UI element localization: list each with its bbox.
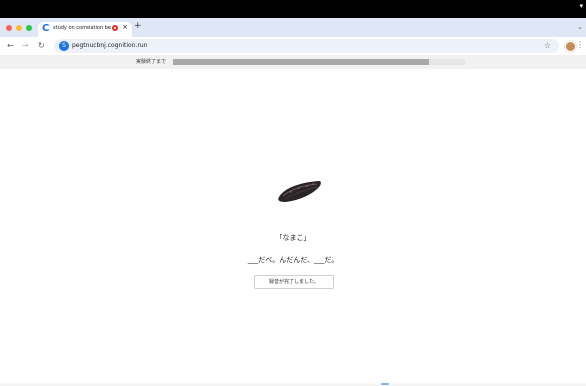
profile-avatar[interactable] — [565, 41, 576, 52]
stimulus-sentence: ___だべ。んだんだ、___だ。 — [247, 256, 339, 264]
progress-fill — [173, 59, 429, 65]
forward-arrow-icon[interactable]: → — [22, 41, 29, 50]
window-menu-icon[interactable]: ▾ — [579, 2, 583, 10]
tab-favicon-icon: C — [42, 23, 50, 34]
minimize-window-button[interactable] — [16, 25, 22, 31]
experiment-progress: 実験終了まで — [0, 55, 586, 69]
browser-toolbar: ← → ↻ S pegtnucbnj.cognition.run ☆ ⋮ — [0, 37, 586, 55]
tab-dropdown-icon[interactable]: ⌄ — [577, 23, 583, 31]
progress-track — [173, 59, 465, 65]
sea-cucumber-image — [278, 181, 321, 202]
address-bar[interactable]: S pegtnucbnj.cognition.run ☆ — [54, 39, 559, 53]
recording-complete-button[interactable]: 録音が完了しました。 — [254, 275, 334, 289]
new-tab-button[interactable]: + — [134, 21, 142, 31]
progress-label: 実験終了まで — [136, 59, 167, 65]
back-arrow-icon[interactable]: ← — [7, 41, 14, 50]
tab-title: study on correlation betw — [53, 25, 111, 31]
bottom-divider — [0, 382, 586, 386]
scroll-indicator — [381, 383, 389, 385]
url-text[interactable]: pegtnucbnj.cognition.run — [72, 42, 147, 49]
recording-icon — [112, 25, 118, 31]
kebab-menu-icon[interactable]: ⋮ — [576, 40, 584, 49]
tab-close-icon[interactable]: × — [122, 23, 128, 31]
stimulus-word: 「なまこ」 — [275, 234, 311, 242]
close-window-button[interactable] — [6, 25, 12, 31]
reload-icon[interactable]: ↻ — [38, 41, 45, 50]
star-icon[interactable]: ☆ — [544, 41, 551, 50]
experiment-content: 「なまこ」 ___だべ。んだんだ、___だ。 録音が完了しました。 — [0, 69, 586, 386]
tab-active[interactable]: C study on correlation betw × — [38, 22, 132, 37]
window-titlebar: ▾ — [0, 0, 586, 18]
tab-strip: C study on correlation betw × + ⌄ — [0, 18, 586, 37]
site-info-icon[interactable]: S — [59, 41, 69, 51]
maximize-window-button[interactable] — [26, 25, 32, 31]
